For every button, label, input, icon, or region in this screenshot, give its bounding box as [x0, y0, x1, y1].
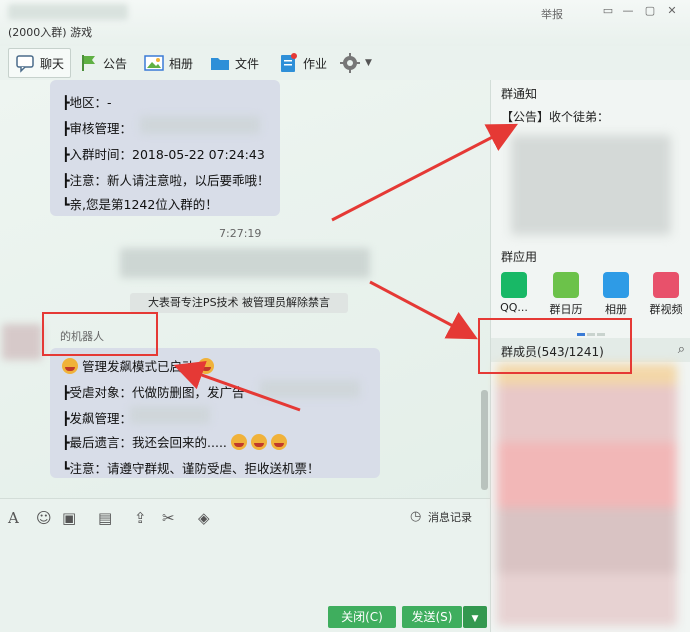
tab-album[interactable]: 相册 — [138, 48, 199, 78]
app-video[interactable]: 群视频 — [645, 272, 687, 317]
message-line: ┣最后遗言：我还会回来的..... — [62, 432, 287, 451]
chat-messages: ┣地区：- ┣审核管理： ┣入群时间：2018-05-22 07:24:43 ┣… — [0, 80, 490, 498]
emoji-icon[interactable]: ☺ — [36, 509, 52, 527]
censored-region — [140, 116, 260, 134]
message-timestamp: 7:27:19 — [219, 227, 262, 240]
blurred-group-name — [8, 4, 128, 20]
message-bubble: 管理发飙模式已启动 ┣受虐对象：代做防删图，发广告 ┣发飙管理： ┣最后遗言：我… — [50, 348, 380, 478]
tab-files[interactable]: 文件 — [204, 48, 265, 78]
app-calendar[interactable]: 群日历 — [545, 272, 587, 317]
censored-region — [120, 248, 370, 278]
more-tools-icon[interactable]: ◈ — [198, 509, 210, 527]
close-button[interactable]: 关闭(C) — [328, 606, 396, 628]
message-history-button[interactable]: 消息记录 — [428, 509, 472, 525]
message-line: ┣注意：新人请注意啦，以后要乖哦！ — [62, 173, 270, 188]
notice-title: 群通知 — [501, 87, 538, 101]
censored-region — [260, 380, 360, 398]
tab-chat[interactable]: 聊天 — [8, 48, 72, 78]
chat-scrollbar[interactable] — [481, 390, 488, 490]
crying-emoji-icon — [230, 434, 247, 450]
phone-icon — [501, 272, 527, 298]
chevron-down-icon: ▼ — [365, 58, 372, 68]
member-list[interactable] — [497, 364, 677, 626]
censored-region — [130, 406, 210, 424]
settings-menu[interactable]: ▼ — [334, 48, 378, 78]
message-input[interactable] — [0, 536, 490, 596]
message-line: ┣审核管理： — [62, 121, 133, 136]
minimize-button[interactable]: — — [620, 4, 636, 18]
tab-label: 公告 — [103, 56, 128, 71]
angry-emoji-icon — [198, 358, 215, 374]
censored-region — [511, 135, 671, 235]
system-message: 大表哥专注PS技术 被管理员解除禁言 — [130, 293, 348, 313]
title-bar: (2000入群) 游戏 举报 ▭ — ▢ ✕ — [0, 0, 690, 46]
main-tabs: 聊天 公告 相册 文件 作业 ▼ — [0, 46, 690, 80]
app-qq[interactable]: QQ... — [493, 272, 535, 314]
tab-homework[interactable]: 作业 — [272, 48, 333, 78]
screenshot-icon[interactable]: ✂ — [162, 509, 175, 527]
message-line: ┗注意：请遵守群规、谨防受虐、拒收送机票！ — [62, 461, 320, 476]
clock-icon: ◷ — [410, 509, 422, 524]
font-icon[interactable]: A — [8, 509, 19, 527]
tab-label: 文件 — [235, 56, 260, 71]
maximize-button[interactable]: ▢ — [642, 4, 658, 18]
search-icon[interactable]: ⌕ — [678, 342, 685, 357]
gift-icon[interactable]: ▣ — [62, 509, 76, 527]
message-line: ┗亲,您是第1242位入群的！ — [62, 197, 218, 212]
video-icon — [653, 272, 679, 298]
send-button[interactable]: 发送(S) — [402, 606, 462, 628]
skin-button[interactable]: ▭ — [600, 4, 616, 18]
upload-icon[interactable]: ⇪ — [134, 509, 147, 527]
homework-icon — [278, 53, 298, 73]
photo-icon — [603, 272, 629, 298]
album-icon — [144, 53, 164, 73]
announcement-icon — [78, 53, 98, 73]
calendar-icon — [553, 272, 579, 298]
tab-label: 相册 — [169, 56, 194, 71]
avatar[interactable] — [2, 324, 42, 360]
highlight-member-count — [478, 318, 632, 374]
notice-text[interactable]: 【公告】收个徒弟： — [501, 108, 609, 125]
close-window-button[interactable]: ✕ — [664, 4, 680, 18]
crying-emoji-icon — [250, 434, 267, 450]
tab-label: 作业 — [303, 56, 328, 71]
message-line: ┣入群时间：2018-05-22 07:24:43 — [62, 147, 265, 162]
message-bubble: ┣地区：- ┣审核管理： ┣入群时间：2018-05-22 07:24:43 ┣… — [50, 80, 280, 216]
gear-icon — [340, 53, 360, 73]
highlight-robot-name — [42, 312, 158, 356]
message-heading: 管理发飙模式已启动 — [62, 356, 215, 375]
folder-icon — [210, 53, 230, 73]
tab-announcement[interactable]: 公告 — [72, 48, 133, 78]
image-icon[interactable]: ▤ — [98, 509, 112, 527]
angry-emoji-icon — [62, 358, 78, 374]
report-link[interactable]: 举报 — [541, 6, 563, 22]
app-album[interactable]: 相册 — [595, 272, 637, 317]
apps-title: 群应用 — [501, 250, 538, 264]
bottom-bar: 关闭(C) 发送(S) ▼ — [0, 596, 490, 632]
message-line: ┣地区：- — [62, 95, 112, 110]
window-title: (2000入群) 游戏 — [8, 26, 93, 39]
input-toolbar: A ☺ ▣ ▤ ⇪ ✂ ◈ ◷ — [0, 498, 490, 536]
chat-icon — [15, 53, 35, 73]
chevron-down-icon: ▼ — [471, 614, 479, 624]
tab-label: 聊天 — [40, 56, 65, 71]
message-line: ┣发飙管理： — [62, 411, 133, 426]
send-options-button[interactable]: ▼ — [463, 606, 487, 628]
message-line: ┣受虐对象：代做防删图，发广告 — [62, 385, 245, 400]
crying-emoji-icon — [270, 434, 287, 450]
